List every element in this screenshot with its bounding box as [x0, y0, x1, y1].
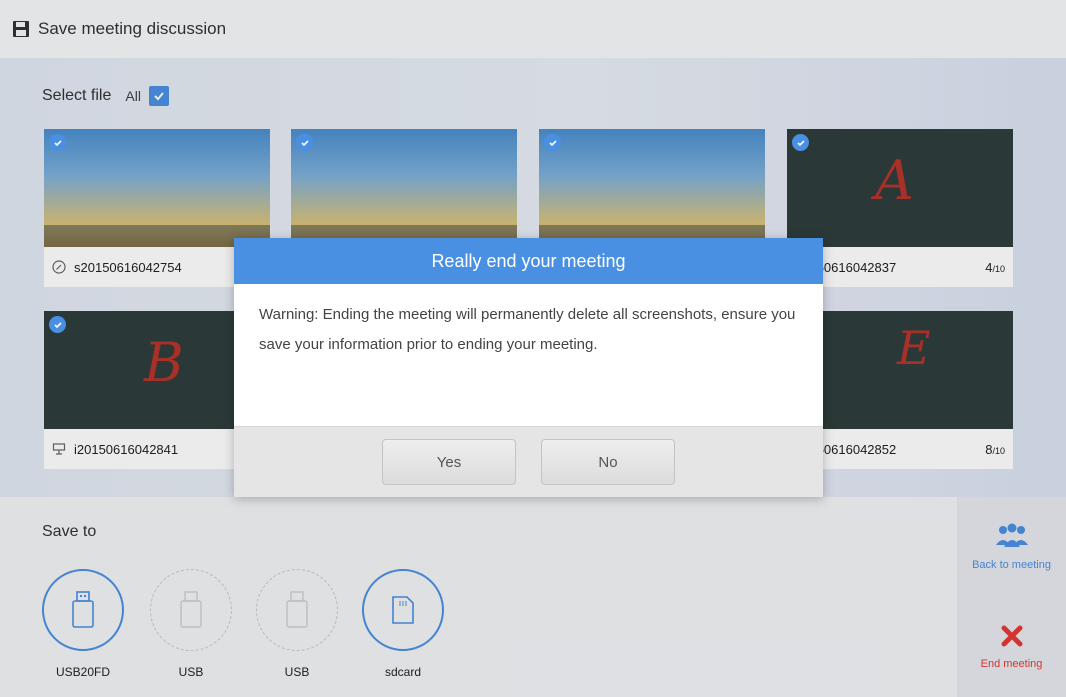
- yes-button[interactable]: Yes: [382, 439, 516, 485]
- selected-check-icon[interactable]: [296, 134, 313, 151]
- no-button[interactable]: No: [541, 439, 675, 485]
- end-meeting-dialog: Really end your meeting Warning: Ending …: [234, 238, 823, 497]
- dialog-message: Warning: Ending the meeting will permane…: [259, 306, 796, 353]
- dialog-footer: Yes No: [234, 426, 823, 497]
- selected-check-icon[interactable]: [544, 134, 561, 151]
- selected-check-icon[interactable]: [792, 134, 809, 151]
- selected-check-icon[interactable]: [49, 134, 66, 151]
- selected-check-icon[interactable]: [49, 316, 66, 333]
- dialog-title: Really end your meeting: [234, 238, 823, 284]
